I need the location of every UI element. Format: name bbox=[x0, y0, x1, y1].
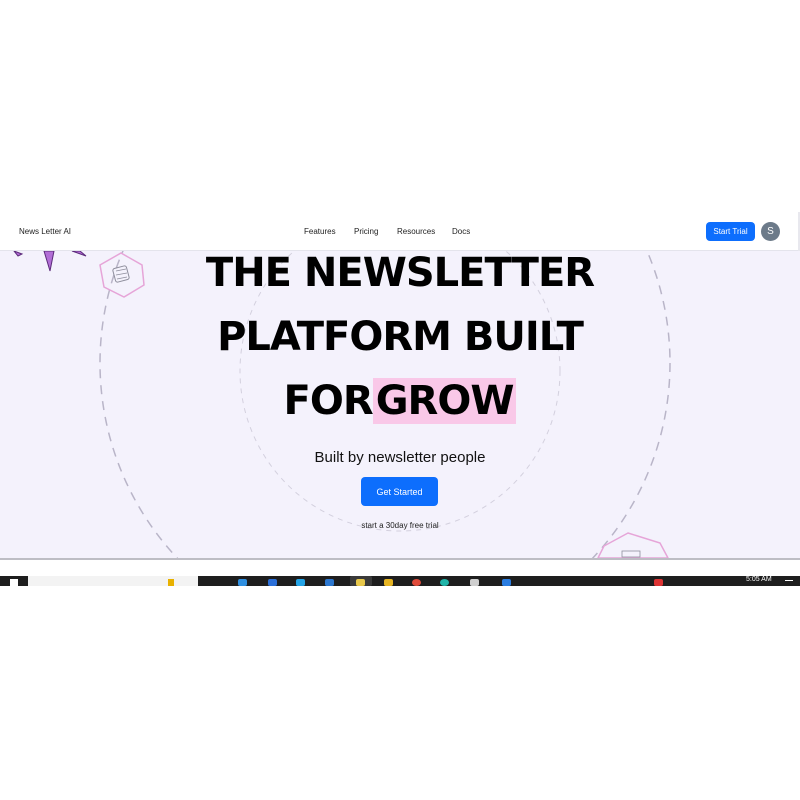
free-trial-note: start a 30day free trial bbox=[361, 521, 439, 530]
search-highlight-icon bbox=[168, 579, 174, 586]
folder-icon[interactable] bbox=[384, 579, 393, 586]
vscode-icon[interactable] bbox=[502, 579, 511, 586]
hero-subtitle: Built by newsletter people bbox=[314, 449, 486, 466]
taskbar-app-icon-3[interactable] bbox=[296, 579, 305, 586]
edge-icon[interactable] bbox=[440, 579, 449, 586]
notification-icon[interactable] bbox=[785, 580, 793, 581]
hero-headline-line-1: THE NEWSLETTER bbox=[205, 251, 595, 296]
chrome-icon[interactable] bbox=[412, 579, 421, 586]
nav-link-resources[interactable]: Resources bbox=[397, 227, 435, 236]
taskbar-app-icon-4[interactable] bbox=[325, 579, 334, 586]
taskbar-app-icon-2[interactable] bbox=[268, 579, 277, 586]
taskbar-app-icon-5[interactable] bbox=[470, 579, 479, 586]
taskbar-star-icon[interactable] bbox=[356, 579, 365, 586]
nav-link-docs[interactable]: Docs bbox=[452, 227, 470, 236]
windows-taskbar: 5:05 AM bbox=[0, 576, 800, 586]
get-started-button[interactable]: Get Started bbox=[361, 477, 438, 506]
headline-highlight: GROW bbox=[372, 378, 517, 424]
tray-alert-icon[interactable] bbox=[654, 579, 663, 586]
nav-link-features[interactable]: Features bbox=[304, 227, 336, 236]
headline-prefix: FOR bbox=[283, 378, 374, 424]
hero-bottom-border bbox=[0, 558, 800, 560]
start-trial-button[interactable]: Start Trial bbox=[706, 222, 755, 241]
nav-link-pricing[interactable]: Pricing bbox=[354, 227, 378, 236]
taskbar-app-icon-1[interactable] bbox=[238, 579, 247, 586]
hexagon-decoration-bottom-icon bbox=[597, 532, 669, 558]
start-menu-icon[interactable] bbox=[10, 579, 18, 586]
hero-headline-line-3: FORGROW bbox=[0, 378, 800, 424]
hero-headline-line-2: PLATFORM BUILT bbox=[217, 314, 584, 360]
hero-section: THE NEWSLETTER PLATFORM BUILT FORGROW Bu… bbox=[0, 251, 800, 558]
taskbar-clock[interactable]: 5:05 AM bbox=[746, 576, 772, 584]
brand-logo-text[interactable]: News Letter AI bbox=[19, 227, 71, 236]
user-avatar[interactable]: S bbox=[761, 222, 780, 241]
